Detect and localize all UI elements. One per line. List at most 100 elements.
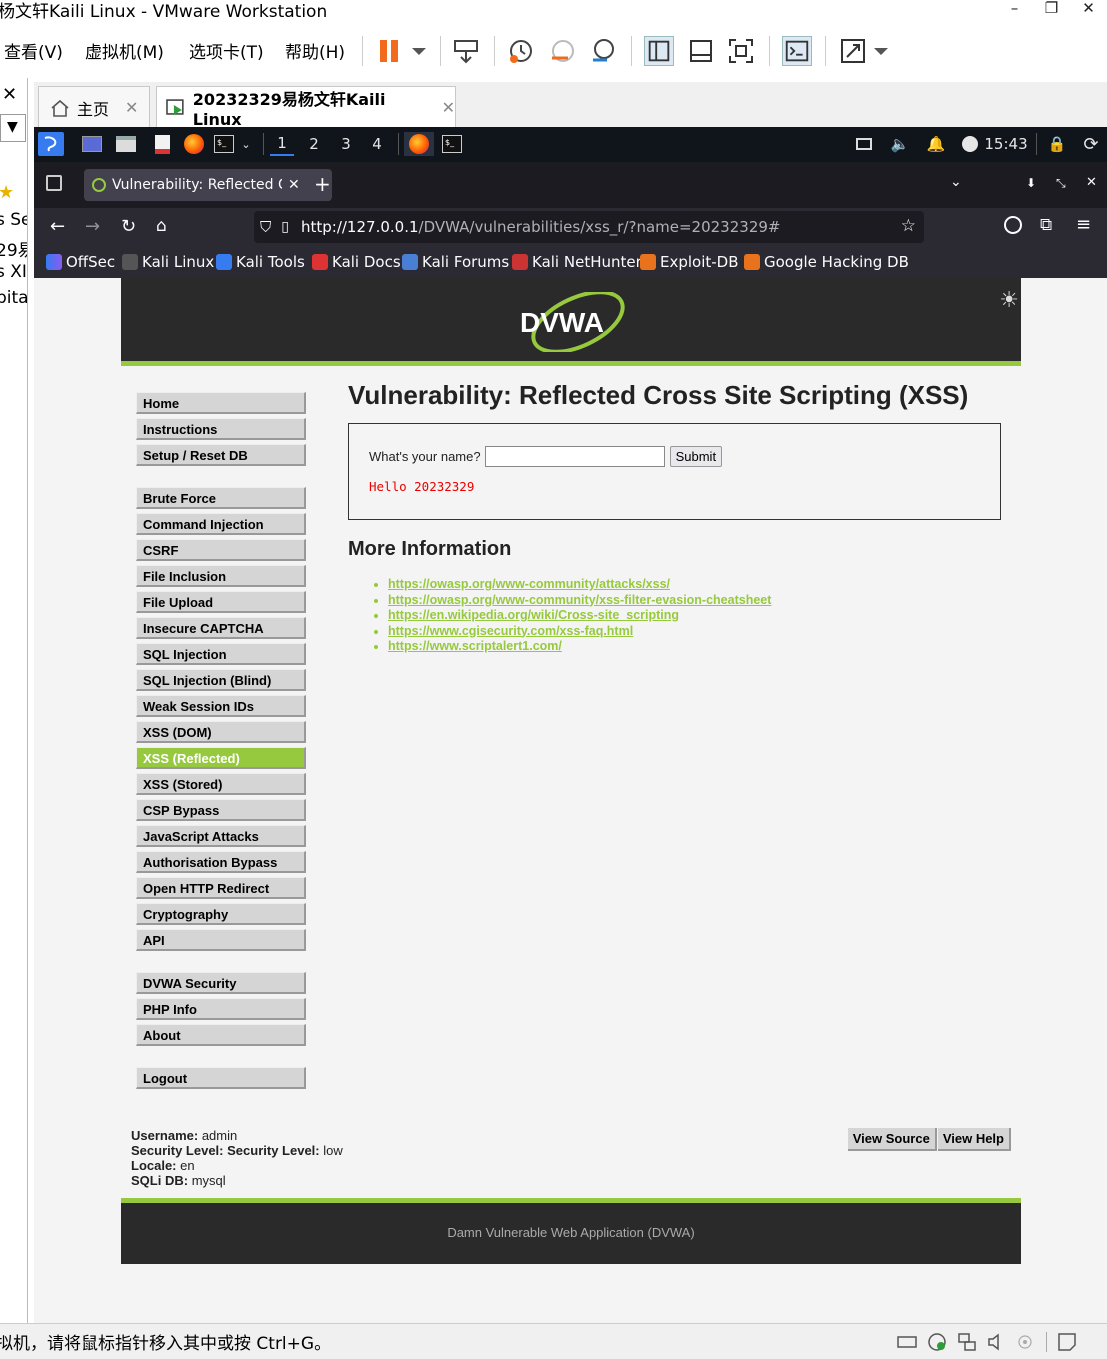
message-log-icon[interactable] xyxy=(1056,1331,1078,1353)
show-desktop-icon[interactable] xyxy=(80,132,104,156)
hard-disk-icon[interactable] xyxy=(896,1331,918,1353)
fullscreen-icon[interactable] xyxy=(726,36,756,66)
library-dropdown[interactable]: ▼ xyxy=(0,114,26,142)
snapshot-icon[interactable] xyxy=(506,36,536,66)
wireless-icon[interactable] xyxy=(1014,1331,1036,1353)
sidebar-item-about[interactable]: About xyxy=(136,1024,306,1046)
close-icon[interactable]: ✕ xyxy=(125,98,138,117)
list-tabs-icon[interactable]: ⌄ xyxy=(950,174,962,190)
sidebar-item-sql-injection-blind[interactable]: SQL Injection (Blind) xyxy=(136,669,306,691)
sidebar-item-brute-force[interactable]: Brute Force xyxy=(136,487,306,509)
reference-link[interactable]: https://en.wikipedia.org/wiki/Cross-site… xyxy=(388,608,679,622)
minimize-icon[interactable]: – xyxy=(996,0,1033,20)
power-manager-icon[interactable] xyxy=(958,132,982,156)
send-keys-icon[interactable] xyxy=(451,36,481,66)
kali-menu-icon[interactable] xyxy=(38,132,64,156)
sidebar-item-weak-session-ids[interactable]: Weak Session IDs xyxy=(136,695,306,717)
sidebar-item-xss-reflected[interactable]: XSS (Reflected) xyxy=(136,747,306,769)
chevron-down-icon[interactable] xyxy=(866,36,896,66)
bookmark-star-icon[interactable]: ☆ xyxy=(901,216,916,236)
tab-overview-icon[interactable] xyxy=(46,175,62,191)
forward-icon[interactable]: → xyxy=(85,216,100,237)
reference-link[interactable]: https://www.cgisecurity.com/xss-faq.html xyxy=(388,624,633,638)
browser-tab[interactable]: Vulnerability: Reflected Cr ✕ xyxy=(84,169,332,201)
view-source-button[interactable]: View Source xyxy=(847,1128,937,1151)
sidebar-item-csp-bypass[interactable]: CSP Bypass xyxy=(136,799,306,821)
view-help-button[interactable]: View Help xyxy=(937,1128,1011,1151)
tab-home[interactable]: 主页 ✕ xyxy=(38,86,150,128)
close-icon[interactable]: ✕ xyxy=(1070,0,1107,20)
new-tab-button[interactable]: + xyxy=(314,172,331,196)
thumbnail-view-icon[interactable] xyxy=(686,36,716,66)
terminal-icon[interactable]: $_ xyxy=(212,132,236,156)
sidebar-item-logout[interactable]: Logout xyxy=(136,1067,306,1089)
display-icon[interactable] xyxy=(852,132,876,156)
stretch-guest-icon[interactable] xyxy=(838,36,868,66)
text-editor-icon[interactable] xyxy=(150,132,174,156)
revert-snapshot-icon[interactable] xyxy=(548,36,578,66)
pause-icon[interactable] xyxy=(376,36,406,66)
bookmark-kali-forums[interactable]: Kali Forums xyxy=(402,253,509,271)
tab-kali-vm[interactable]: 20232329易杨文轩Kaili Linux ✕ xyxy=(156,86,456,129)
network-icon[interactable] xyxy=(956,1331,978,1353)
sidebar-item-home[interactable]: Home xyxy=(136,392,306,414)
restore-icon[interactable]: ⤡ xyxy=(1056,176,1066,191)
library-item-fragment[interactable]: pita xyxy=(0,288,27,308)
bookmark-kali-linux[interactable]: Kali Linux xyxy=(122,253,214,271)
workspace-2[interactable]: 2 xyxy=(302,132,326,156)
home-icon[interactable]: ⌂ xyxy=(156,216,167,236)
library-item-fragment[interactable]: 29易 xyxy=(0,236,27,261)
bookmark-google-hacking-db[interactable]: Google Hacking DB xyxy=(744,253,909,271)
sidebar-item-api[interactable]: API xyxy=(136,929,306,951)
snapshot-manager-icon[interactable] xyxy=(589,36,619,66)
menu-vm[interactable]: 虚拟机(M) xyxy=(85,38,164,63)
close-icon[interactable]: ✕ xyxy=(1086,175,1097,190)
reference-link[interactable]: https://owasp.org/www-community/xss-filt… xyxy=(388,593,771,607)
sidebar-item-xss-dom[interactable]: XSS (DOM) xyxy=(136,721,306,743)
sidebar-item-csrf[interactable]: CSRF xyxy=(136,539,306,561)
name-input[interactable] xyxy=(484,446,665,467)
restore-icon[interactable]: ❐ xyxy=(1033,0,1070,20)
sidebar-item-javascript-attacks[interactable]: JavaScript Attacks xyxy=(136,825,306,847)
reload-icon[interactable]: ↻ xyxy=(121,216,136,237)
sidebar-item-cryptography[interactable]: Cryptography xyxy=(136,903,306,925)
submit-button[interactable]: Submit xyxy=(669,446,723,467)
bookmark-kali-nethunter[interactable]: Kali NetHunter xyxy=(512,253,642,271)
sidebar-item-setup-reset-db[interactable]: Setup / Reset DB xyxy=(136,444,306,466)
workspace-3[interactable]: 3 xyxy=(334,132,358,156)
console-view-icon[interactable] xyxy=(782,36,812,66)
theme-toggle-icon[interactable]: ☀ xyxy=(999,288,1019,313)
sidebar-item-sql-injection[interactable]: SQL Injection xyxy=(136,643,306,665)
bookmark-offsec[interactable]: OffSec xyxy=(46,253,115,271)
sidebar-item-file-upload[interactable]: File Upload xyxy=(136,591,306,613)
close-icon[interactable]: ✕ xyxy=(2,84,17,105)
minimize-icon[interactable]: ⬇ xyxy=(1026,176,1036,190)
account-icon[interactable] xyxy=(1004,216,1022,234)
sidebar-item-dvwa-security[interactable]: DVWA Security xyxy=(136,972,306,994)
sidebar-view-icon[interactable] xyxy=(644,36,674,66)
volume-icon[interactable]: 🔈 xyxy=(888,132,912,156)
cd-rom-icon[interactable] xyxy=(926,1331,948,1353)
bookmark-kali-tools[interactable]: Kali Tools xyxy=(216,253,305,271)
extensions-icon[interactable]: ⧉ xyxy=(1040,215,1052,235)
workspace-1[interactable]: 1 xyxy=(270,132,294,156)
sidebar-item-command-injection[interactable]: Command Injection xyxy=(136,513,306,535)
sidebar-item-insecure-captcha[interactable]: Insecure CAPTCHA xyxy=(136,617,306,639)
file-manager-icon[interactable] xyxy=(114,132,138,156)
taskbar-terminal-icon[interactable]: $_ xyxy=(440,132,464,156)
sidebar-item-instructions[interactable]: Instructions xyxy=(136,418,306,440)
menu-tabs[interactable]: 选项卡(T) xyxy=(189,38,264,63)
workspace-4[interactable]: 4 xyxy=(365,132,389,156)
back-icon[interactable]: ← xyxy=(50,216,65,237)
close-icon[interactable]: ✕ xyxy=(288,177,300,193)
sidebar-item-file-inclusion[interactable]: File Inclusion xyxy=(136,565,306,587)
sidebar-item-authorisation-bypass[interactable]: Authorisation Bypass xyxy=(136,851,306,873)
library-item-fragment[interactable]: s XI xyxy=(0,262,27,282)
taskbar-firefox-icon[interactable] xyxy=(404,132,434,156)
sidebar-item-php-info[interactable]: PHP Info xyxy=(136,998,306,1020)
logout-icon[interactable]: ⟳ xyxy=(1080,132,1102,156)
menu-view[interactable]: 查看(V) xyxy=(4,38,63,63)
menu-help[interactable]: 帮助(H) xyxy=(285,38,345,63)
sound-icon[interactable] xyxy=(986,1331,1008,1353)
menu-icon[interactable]: ≡ xyxy=(1076,214,1091,235)
